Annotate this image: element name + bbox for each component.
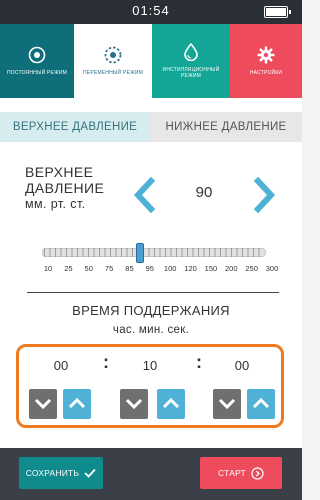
scale-label: 250 — [245, 264, 258, 273]
save-button-label: СОХРАНИТЬ — [25, 468, 80, 478]
scale-label: 85 — [125, 264, 134, 273]
target-icon — [28, 46, 46, 64]
dotted-circle-icon — [104, 46, 122, 64]
minutes-value: 10 — [142, 358, 158, 373]
hours-value: 00 — [53, 358, 69, 373]
scale-label: 200 — [225, 264, 238, 273]
mode-label: НАСТРОЙКИ — [249, 70, 283, 76]
mode-tab-constant[interactable]: ПОСТОЯННЫЙ РЕЖИМ — [0, 24, 74, 98]
save-button[interactable]: СОХРАНИТЬ — [19, 457, 103, 489]
scale-label: 10 — [43, 264, 53, 273]
seconds-value: 00 — [234, 358, 250, 373]
hours-up-button[interactable] — [63, 389, 91, 419]
play-circle-icon — [251, 466, 264, 480]
slider-scale: 10 25 50 75 85 95 100 120 150 200 250 300 — [40, 264, 278, 274]
chevron-down-icon — [125, 398, 143, 410]
pressure-slider[interactable] — [42, 243, 266, 263]
decrease-pressure-button[interactable] — [129, 175, 159, 215]
scale-label: 75 — [104, 264, 114, 273]
mode-tabs: ПОСТОЯННЫЙ РЕЖИМ ПЕРЕМЕННЫЙ РЕЖИМ ИНСТИЛ… — [0, 24, 302, 98]
clock: 01:54 — [132, 3, 170, 18]
scale-label: 150 — [204, 264, 218, 273]
tab-upper-pressure[interactable]: ВЕРХНЕЕ ДАВЛЕНИЕ — [0, 112, 150, 142]
minutes-down-button[interactable] — [120, 389, 148, 419]
pressure-label-line2: ДАВЛЕНИЕ — [25, 180, 105, 196]
chevron-up-icon — [252, 397, 270, 409]
start-button[interactable]: СТАРТ — [200, 457, 282, 489]
scale-label: 25 — [64, 264, 73, 273]
chevron-up-icon — [162, 397, 180, 409]
chevron-down-icon — [34, 398, 52, 410]
chevron-right-icon — [253, 176, 276, 214]
scale-label: 300 — [265, 264, 279, 273]
drop-icon — [183, 43, 199, 61]
pressure-tabs: ВЕРХНЕЕ ДАВЛЕНИЕ НИЖНЕЕ ДАВЛЕНИЕ — [0, 112, 302, 142]
mode-tab-instillation[interactable]: ИНСТИЛЛЯЦИОННЫЙ РЕЖИМ — [152, 24, 230, 98]
minutes-up-button[interactable] — [157, 389, 185, 419]
scale-label: 100 — [163, 264, 177, 273]
status-bar: 01:54 — [0, 0, 302, 24]
pressure-value: 90 — [195, 184, 213, 201]
hours-down-button[interactable] — [29, 389, 57, 419]
mode-label: ИНСТИЛЛЯЦИОННЫЙ РЕЖИМ — [162, 67, 220, 79]
mode-label: ПЕРЕМЕННЫЙ РЕЖИМ — [83, 70, 143, 76]
slider-handle[interactable] — [135, 243, 144, 263]
app-screen: 01:54 ПОСТОЯННЫЙ РЕЖИМ ПЕРЕМЕННЫЙ РЕЖИМ … — [0, 0, 302, 500]
pressure-label-line1: ВЕРХНЕЕ — [25, 164, 94, 180]
battery-icon — [264, 6, 291, 18]
slider-ticks — [44, 248, 264, 257]
chevron-up-icon — [68, 397, 86, 409]
chevron-left-icon — [133, 176, 156, 214]
separator-colon: : — [103, 352, 109, 372]
mode-tab-settings[interactable]: НАСТРОЙКИ — [230, 24, 302, 98]
pressure-label: ВЕРХНЕЕ ДАВЛЕНИЕ мм. рт. ст. — [25, 164, 104, 212]
hold-time-units: час. мин. сек. — [112, 324, 190, 336]
mode-tab-variable[interactable]: ПЕРЕМЕННЫЙ РЕЖИМ — [74, 24, 152, 98]
seconds-down-button[interactable] — [213, 389, 241, 419]
scale-label: 95 — [145, 264, 154, 273]
tab-lower-pressure[interactable]: НИЖНЕЕ ДАВЛЕНИЕ — [150, 112, 302, 142]
check-icon — [84, 468, 96, 478]
hold-time-title: ВРЕМЯ ПОДДЕРЖАНИЯ — [72, 303, 230, 318]
chevron-down-icon — [218, 398, 236, 410]
scale-label: 120 — [184, 264, 197, 273]
footer-bar: СОХРАНИТЬ СТАРТ — [0, 448, 302, 500]
separator-colon: : — [196, 352, 202, 372]
divider — [27, 292, 279, 293]
scale-label: 50 — [84, 264, 93, 273]
seconds-up-button[interactable] — [247, 389, 275, 419]
gear-icon — [257, 46, 275, 64]
start-button-label: СТАРТ — [218, 468, 246, 478]
pressure-unit: мм. рт. ст. — [25, 197, 86, 211]
increase-pressure-button[interactable] — [250, 175, 280, 215]
mode-label: ПОСТОЯННЫЙ РЕЖИМ — [6, 70, 68, 76]
